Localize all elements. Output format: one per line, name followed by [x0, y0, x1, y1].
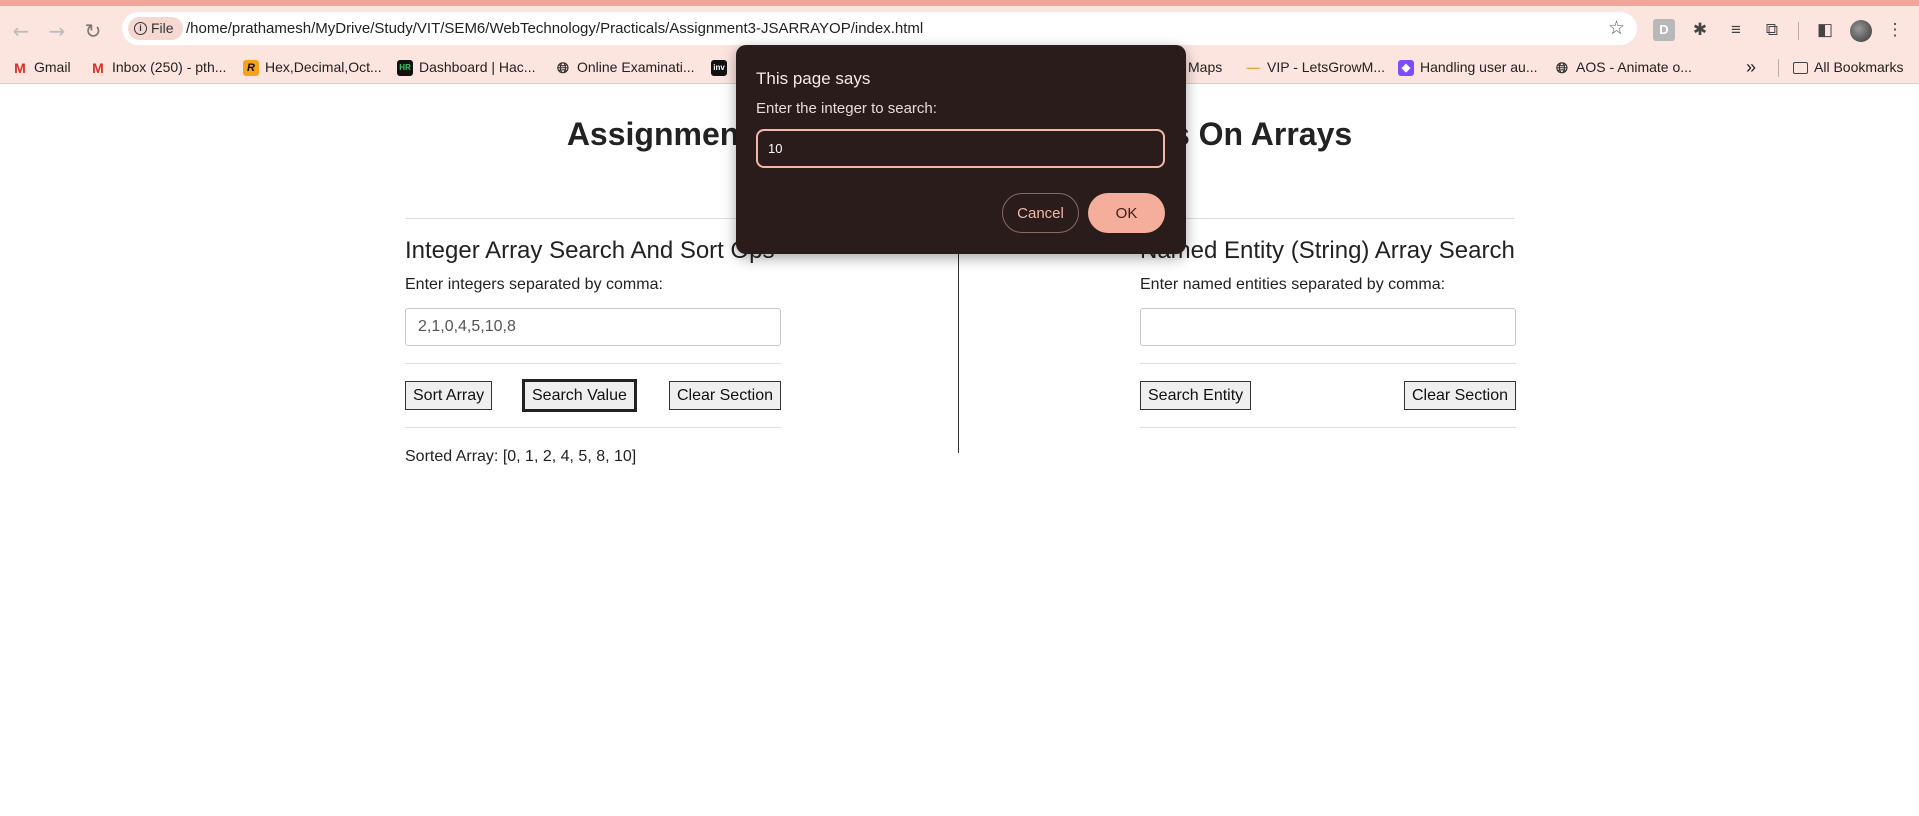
- inv-icon: inv: [711, 59, 727, 76]
- integer-section: Integer Array Search And Sort Ops Enter …: [405, 236, 781, 466]
- search-value-button[interactable]: Search Value: [522, 379, 637, 412]
- clear-section-button[interactable]: Clear Section: [668, 381, 781, 410]
- reload-icon[interactable]: ↻: [80, 18, 106, 44]
- bookmark-label: VIP - LetsGrowM...: [1267, 59, 1385, 75]
- page-title-right: s On Arrays: [1171, 116, 1353, 152]
- url-text[interactable]: /home/prathamesh/MyDrive/Study/VIT/SEM6/…: [186, 12, 923, 45]
- info-icon: i: [134, 22, 147, 35]
- sort-array-button[interactable]: Sort Array: [405, 381, 493, 410]
- integer-section-heading: Integer Array Search And Sort Ops: [405, 237, 775, 264]
- section-divider: [405, 363, 781, 364]
- dialog-input[interactable]: [756, 129, 1165, 168]
- bookmark-item[interactable]: HR Dashboard | Hac...: [397, 51, 535, 84]
- bookmark-item[interactable]: ◆ Handling user au...: [1398, 51, 1538, 84]
- bookmark-item[interactable]: 🌐︎ Online Examinati...: [555, 51, 695, 84]
- bookmark-item[interactable]: R Hex,Decimal,Oct...: [243, 51, 382, 84]
- back-arrow-icon[interactable]: ←: [8, 18, 34, 44]
- gmail-icon: M: [92, 59, 104, 76]
- site-info-chip[interactable]: i File: [128, 17, 183, 40]
- string-section-heading: Named Entity (String) Array Search: [1140, 237, 1515, 264]
- bookmark-item[interactable]: M Gmail: [12, 51, 71, 84]
- section-divider: [1140, 363, 1516, 364]
- bookmark-label: Dashboard | Hac...: [419, 59, 536, 75]
- dash-icon: —: [1246, 59, 1260, 75]
- file-chip-label: File: [151, 20, 174, 36]
- integer-input[interactable]: [405, 308, 781, 346]
- extension-d-icon[interactable]: D: [1653, 19, 1675, 41]
- more-bookmarks-chevron-icon[interactable]: »: [1746, 51, 1756, 84]
- folder-icon: [1793, 61, 1808, 74]
- bookmark-label: Handling user au...: [1420, 59, 1538, 75]
- page-title-left: Assignment: [566, 116, 750, 152]
- forward-arrow-icon[interactable]: →: [44, 18, 70, 44]
- extensions-puzzle-icon[interactable]: ⧉: [1761, 19, 1783, 41]
- dialog-title: This page says: [756, 69, 871, 88]
- clear-section-button[interactable]: Clear Section: [1403, 381, 1516, 410]
- bookmark-label: Maps: [1188, 59, 1223, 75]
- globe-icon: 🌐︎: [1555, 58, 1568, 77]
- r-logo-icon: R: [243, 59, 259, 76]
- menu-kebab-icon[interactable]: ⋮: [1884, 19, 1906, 41]
- bookmark-item[interactable]: — VIP - LetsGrowM...: [1245, 51, 1386, 84]
- bookmark-label: AOS - Animate o...: [1576, 59, 1692, 75]
- bookmark-item[interactable]: M Inbox (250) - pth...: [90, 51, 226, 84]
- ok-button[interactable]: OK: [1088, 193, 1165, 233]
- profile-avatar[interactable]: [1850, 20, 1872, 42]
- auth-icon: ◆: [1398, 59, 1414, 76]
- reading-list-icon[interactable]: ≡: [1725, 19, 1747, 41]
- gmail-icon: M: [14, 59, 26, 76]
- string-input-label: Enter named entities separated by comma:: [1140, 276, 1446, 293]
- prompt-dialog: This page says Enter the integer to sear…: [736, 45, 1186, 254]
- bookmark-label: Inbox (250) - pth...: [112, 59, 227, 75]
- address-bar[interactable]: i File /home/prathamesh/MyDrive/Study/VI…: [122, 12, 1637, 45]
- bookmark-item[interactable]: Maps: [1188, 51, 1222, 84]
- dialog-message: Enter the integer to search:: [756, 100, 937, 117]
- bookmark-label: Gmail: [34, 59, 71, 75]
- browser-toolbar: ← → ↻ i File /home/prathamesh/MyDrive/St…: [0, 0, 1919, 51]
- bookmarks-divider: [1778, 59, 1779, 77]
- section-divider: [1140, 427, 1516, 428]
- extension-bug-icon[interactable]: ✱: [1689, 19, 1711, 41]
- sorted-array-result: Sorted Array: [0, 1, 2, 4, 5, 8, 10]: [405, 448, 637, 465]
- bookmark-label: Hex,Decimal,Oct...: [265, 59, 382, 75]
- side-panel-icon[interactable]: ◧: [1814, 19, 1836, 41]
- integer-input-label: Enter integers separated by comma:: [405, 276, 663, 293]
- bookmark-item[interactable]: inv: [711, 51, 727, 84]
- section-divider: [405, 427, 781, 428]
- string-input[interactable]: [1140, 308, 1516, 346]
- toolbar-divider: [1798, 22, 1799, 40]
- bookmark-star-icon[interactable]: ☆: [1608, 16, 1625, 41]
- bookmark-item[interactable]: 🌐︎ AOS - Animate o...: [1554, 51, 1692, 84]
- hackerrank-icon: HR: [397, 59, 413, 76]
- bookmark-label: Online Examinati...: [577, 59, 695, 75]
- all-bookmarks-label: All Bookmarks: [1814, 59, 1904, 75]
- search-entity-button[interactable]: Search Entity: [1140, 381, 1252, 410]
- all-bookmarks-button[interactable]: All Bookmarks: [1793, 51, 1903, 84]
- cancel-button[interactable]: Cancel: [1002, 193, 1079, 233]
- string-section: Named Entity (String) Array Search Enter…: [1140, 236, 1516, 428]
- globe-icon: 🌐︎: [556, 58, 569, 77]
